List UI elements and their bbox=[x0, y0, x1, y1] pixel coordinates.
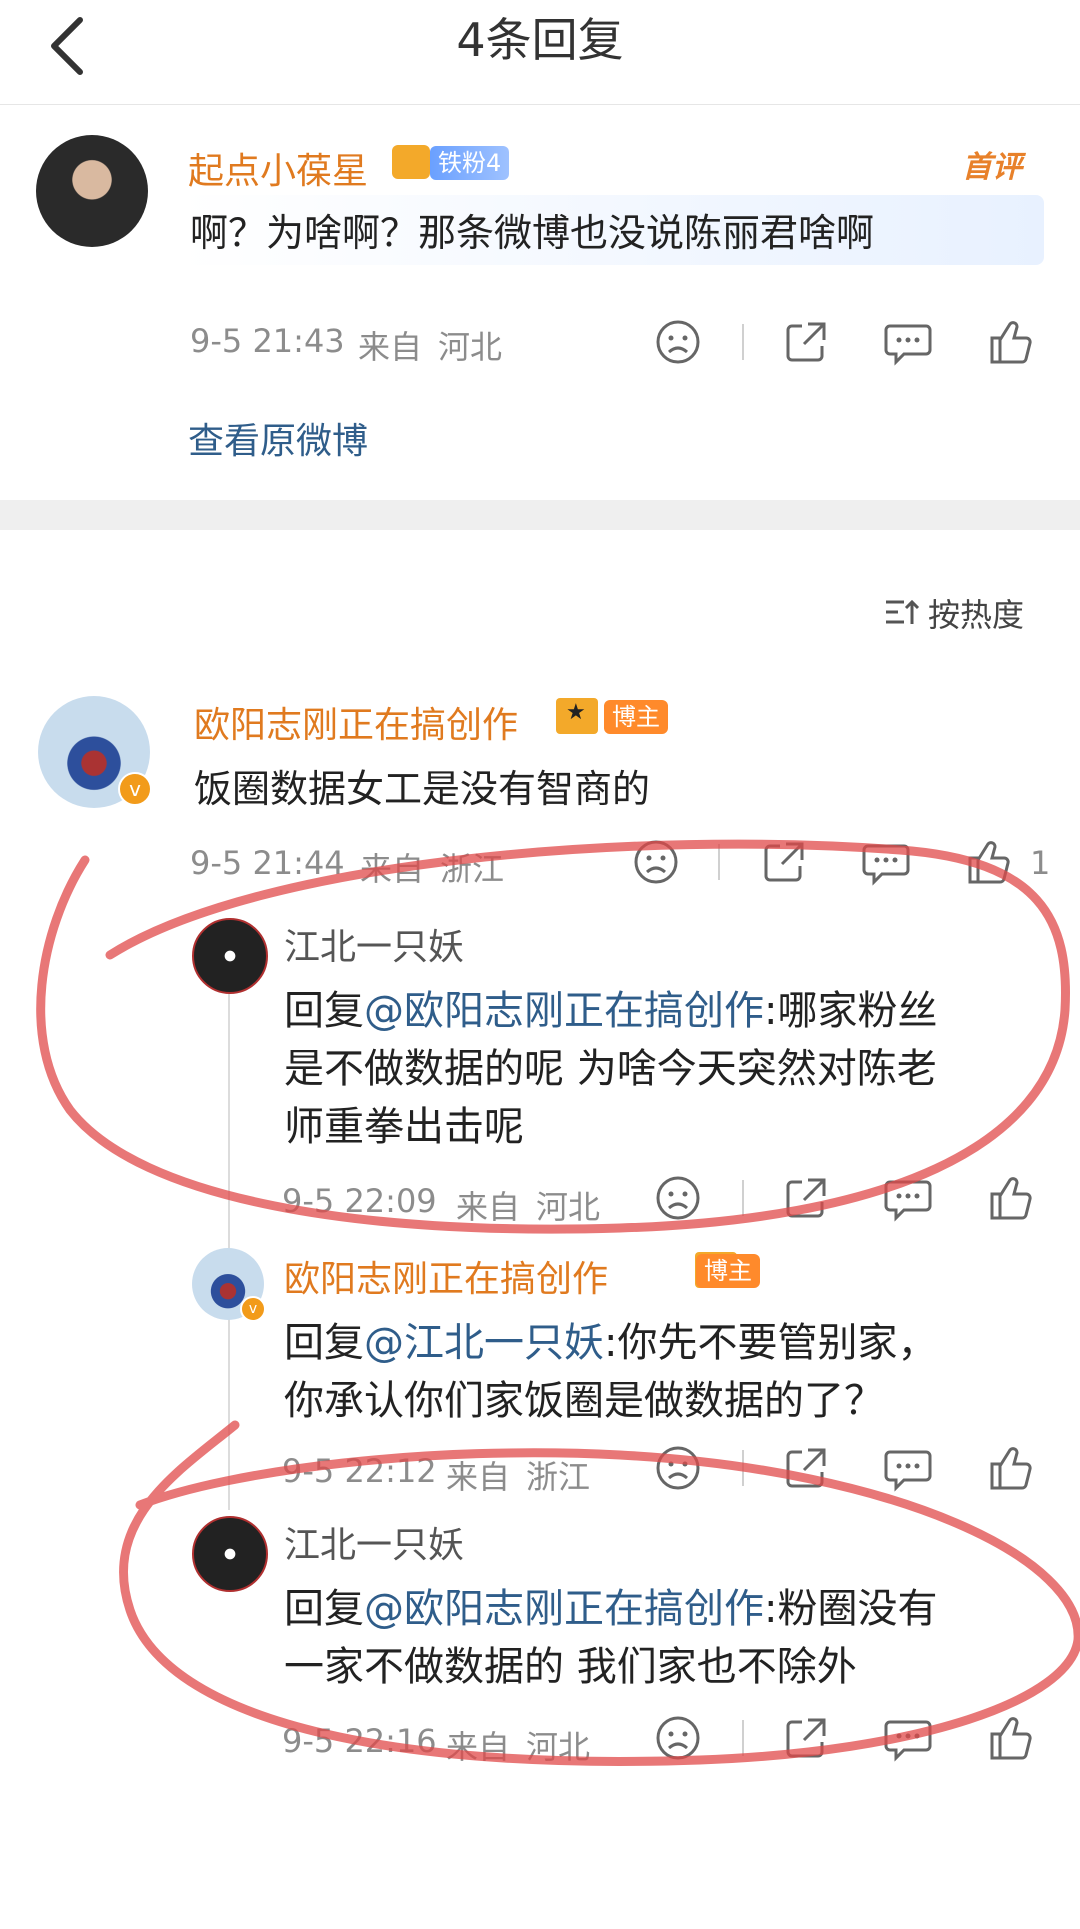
annotation-circle-2 bbox=[119, 1420, 1080, 1766]
annotation-overlay bbox=[36, 839, 1080, 1766]
annotation-circle-1 bbox=[36, 839, 1070, 1234]
